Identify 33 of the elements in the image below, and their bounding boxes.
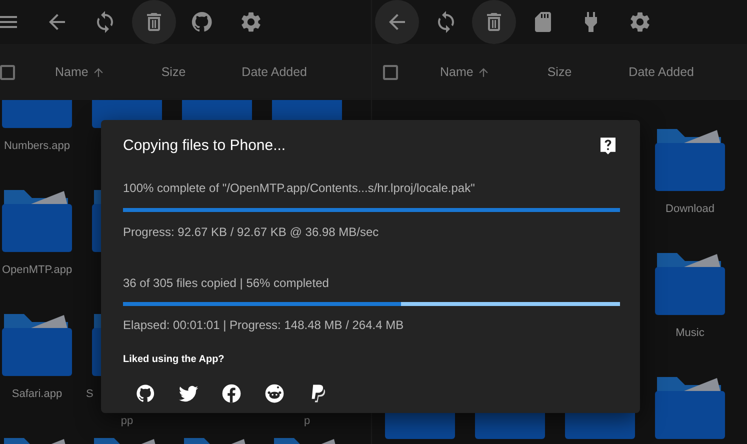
- trash-button[interactable]: [132, 0, 176, 44]
- folder-name: S: [85, 388, 94, 401]
- trash-button[interactable]: [472, 0, 516, 44]
- folder-name: Music: [676, 327, 704, 340]
- elapsed-text: Elapsed: 00:01:01 | Progress: 148.48 MB / 264.4 MB: [123, 318, 405, 332]
- column-header[interactable]: Size: [161, 62, 186, 82]
- column-header[interactable]: Date Added: [242, 62, 308, 82]
- folder-name: pp: [120, 415, 134, 428]
- column-header[interactable]: Size: [547, 62, 572, 82]
- column-header[interactable]: Date Added: [628, 62, 694, 82]
- sort-arrow-icon: [92, 66, 106, 78]
- select-all-checkbox[interactable]: [0, 64, 15, 80]
- gear-icon[interactable]: [628, 10, 652, 34]
- reddit-icon[interactable]: [264, 382, 284, 404]
- feedback-prompt: Liked using the App?: [123, 353, 226, 367]
- select-all-checkbox[interactable]: [383, 64, 398, 80]
- folder-name: Numbers.app: [4, 140, 70, 153]
- github-icon[interactable]: [134, 382, 156, 404]
- facebook-icon[interactable]: [220, 382, 242, 404]
- file-status-text: 100% complete of "/OpenMTP.app/Contents...s/hr.lproj/locale.pak": [123, 181, 476, 195]
- dialog-title: Copying files to Phone...: [123, 137, 286, 155]
- sort-arrow-icon: [477, 66, 490, 78]
- column-header[interactable]: Name: [55, 62, 106, 82]
- folder-name: p: [304, 415, 310, 428]
- help-icon[interactable]: [598, 136, 618, 156]
- files-copied-text: 36 of 305 files copied | 56% completed: [123, 276, 330, 290]
- speed-text: Progress: 92.67 KB / 92.67 KB @ 36.98 MB/sec: [123, 225, 380, 239]
- back-arrow-button[interactable]: [375, 0, 419, 44]
- column-header[interactable]: Name: [440, 62, 490, 82]
- folder-name: Download: [666, 203, 714, 216]
- folder-name: Safari.app: [12, 388, 62, 401]
- folder-name: OpenMTP.app: [2, 264, 72, 277]
- gear-icon[interactable]: [238, 10, 262, 34]
